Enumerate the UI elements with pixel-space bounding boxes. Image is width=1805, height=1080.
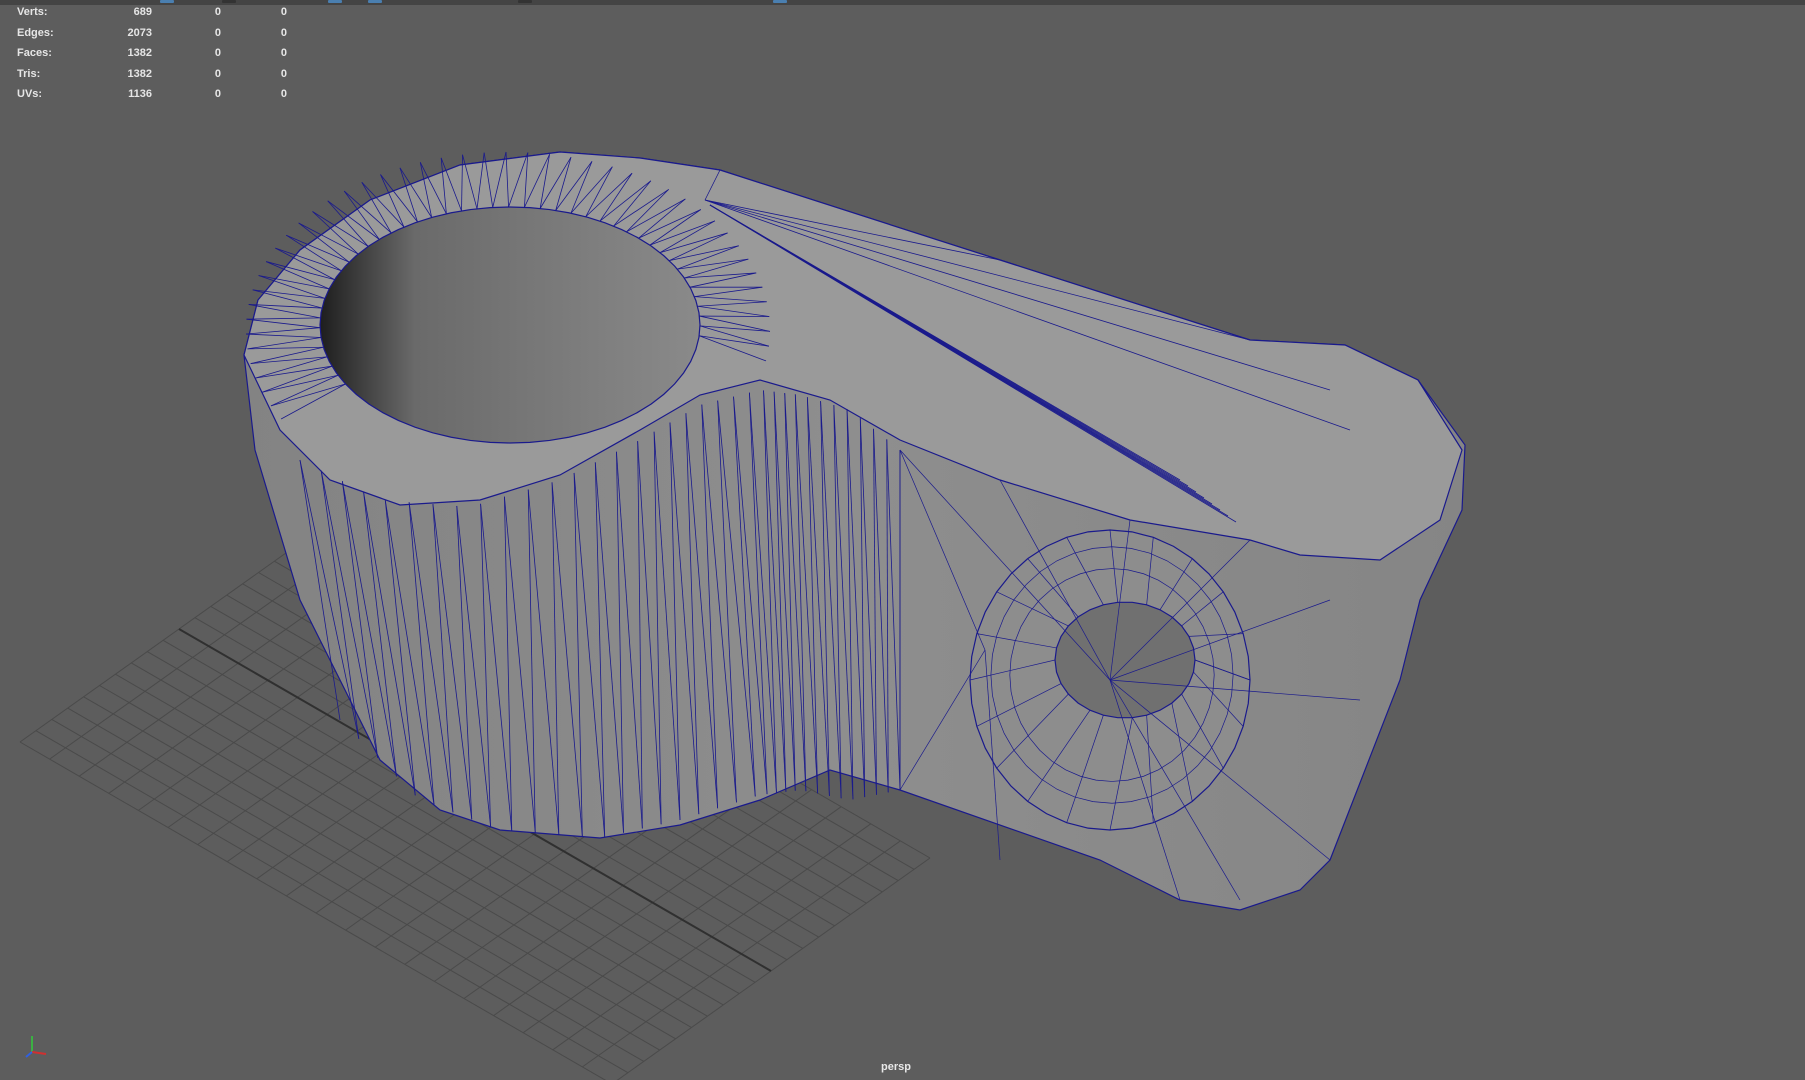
camera-name-label: persp [881,1061,911,1073]
hud-selected: 0 [214,47,221,59]
viewport-canvas[interactable] [0,0,1805,1080]
hud-selected: 0 [214,67,221,80]
hud-row-tris: Tris: 1382 0 0 [17,67,287,89]
hud-total: 1382 [127,47,152,59]
mesh-model[interactable] [243,151,1466,911]
grid-line [616,857,931,1080]
hud-selected-face: 0 [280,47,287,59]
hud-label: Edges: [17,26,54,39]
hud-label: Faces: [17,47,52,59]
hud-label: Tris: [17,67,41,80]
hud-row-uvs: UVs: 1136 0 0 [17,88,287,109]
hud-row-edges: Edges: 2073 0 0 [17,26,287,48]
hud-total: 1136 [128,88,152,100]
hud-label: UVs: [17,88,43,100]
hud-selected-face: 0 [280,6,287,18]
hud-row-verts: Verts: 689 0 0 [17,6,287,27]
hud-selected: 0 [214,6,221,18]
hud-selected: 0 [214,88,221,100]
xyz-axis-icon [25,1036,47,1058]
hud-row-faces: Faces: 1382 0 0 [17,47,287,68]
ring-inner-bore[interactable] [319,206,701,444]
heads-up-display: Verts: 689 0 0 Edges: 2073 0 0 Faces: 13… [17,6,287,109]
hud-selected-face: 0 [280,88,287,100]
hud-total: 1382 [127,67,152,80]
hud-total: 2073 [127,26,152,39]
cross-hole-opening[interactable] [1054,601,1196,719]
hud-selected: 0 [214,26,221,39]
hud-total: 689 [133,6,152,18]
hud-selected-face: 0 [280,67,287,80]
hud-label: Verts: [17,6,48,18]
hud-selected-face: 0 [280,26,287,39]
